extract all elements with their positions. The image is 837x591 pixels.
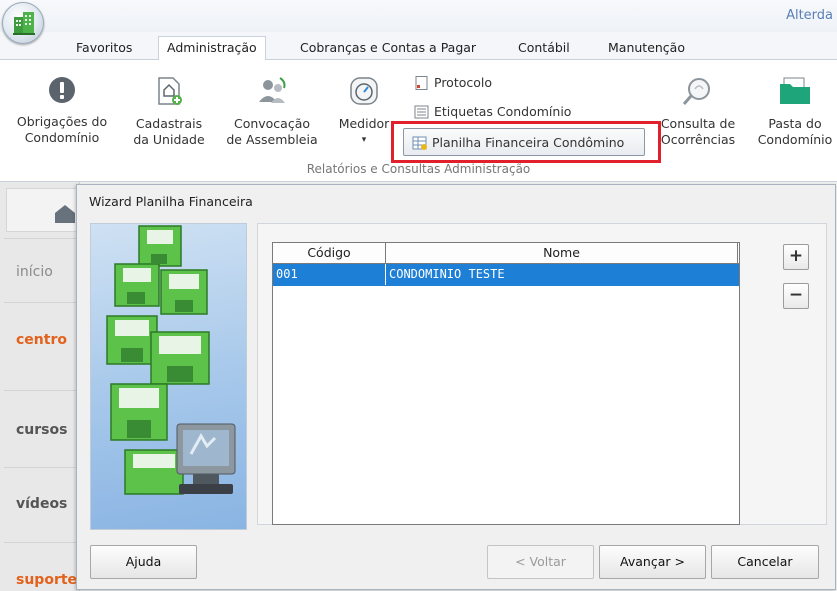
medidor-label: Medidor (338, 116, 390, 131)
convocacao-label-2: de Assembleia (226, 132, 318, 147)
table-row[interactable]: 001 CONDOMINIO TESTE (273, 264, 739, 286)
planilha-financeira-label: Planilha Financeira Condômino (432, 135, 625, 150)
search-icon (682, 78, 710, 105)
consulta-label-1: Consulta de (660, 116, 736, 131)
ribbon-tabs: Favoritos Administração Cobranças e Cont… (0, 32, 837, 61)
ribbon-group-label: Relatórios e Consultas Administração (306, 162, 531, 176)
consulta-label-2: Ocorrências (660, 132, 736, 147)
title-bar: Alterda (0, 0, 837, 32)
home-icon (55, 205, 75, 223)
nav-videos[interactable]: vídeos (16, 496, 67, 512)
tab-administracao[interactable]: Administração (158, 36, 266, 61)
planilha-financeira-button[interactable]: Planilha Financeira Condômino (410, 133, 624, 153)
nav-inicio[interactable]: início (16, 264, 53, 280)
nav-centro[interactable]: centro (16, 332, 67, 348)
help-button[interactable]: Ajuda (90, 545, 197, 579)
tab-manutencao[interactable]: Manutenção (608, 37, 685, 60)
back-button[interactable]: < Voltar (487, 545, 594, 579)
back-label: < Voltar (515, 554, 566, 569)
pasta-label-1: Pasta do (768, 116, 822, 131)
cancel-label: Cancelar (737, 554, 793, 569)
medidor-button[interactable]: Medidor ▾ (332, 76, 396, 148)
protocolo-button[interactable]: Protocolo (412, 73, 492, 93)
condominio-grid[interactable]: Código Nome 001 CONDOMINIO TESTE (272, 242, 740, 525)
people-call-icon (259, 77, 286, 103)
convocacao-label-1: Convocação (233, 116, 311, 131)
medidor-dropdown-arrow: ▾ (361, 135, 367, 145)
remove-button[interactable]: − (783, 283, 809, 309)
tab-favoritos[interactable]: Favoritos (76, 37, 132, 60)
cadastrais-label-2: da Unidade (133, 132, 205, 147)
house-document-icon (158, 77, 182, 105)
wizard-dialog: Wizard Planilha Financeira Código Nome 0… (76, 184, 836, 590)
cancel-button[interactable]: Cancelar (711, 545, 819, 579)
cell-codigo: 001 (273, 264, 386, 285)
folder-icon (780, 77, 810, 104)
tab-contabil[interactable]: Contábil (518, 37, 570, 60)
etiquetas-button[interactable]: Etiquetas Condomínio (412, 102, 571, 122)
home-tab[interactable] (6, 188, 80, 232)
next-button[interactable]: Avançar > (599, 545, 706, 579)
exclamation-icon (49, 77, 75, 103)
left-nav-panel: início centro cursos vídeos suporte (0, 182, 80, 591)
app-title: Alterda (786, 8, 833, 23)
nav-separator (4, 238, 80, 239)
cadastrais-button[interactable]: Cadastrais da Unidade (124, 76, 214, 148)
column-header-nome[interactable]: Nome (386, 243, 738, 263)
buildings-icon (13, 12, 35, 35)
nav-separator (4, 302, 80, 303)
obrigacoes-label-2: Condomínio (24, 130, 100, 145)
consulta-ocorrencias-button[interactable]: Consulta de Ocorrências (656, 76, 740, 148)
gauge-icon (350, 77, 378, 105)
etiquetas-label: Etiquetas Condomínio (434, 104, 572, 119)
nav-separator (4, 467, 80, 468)
grid-header: Código Nome (273, 243, 739, 264)
obrigacoes-button[interactable]: Obrigações do Condomínio (8, 76, 116, 146)
labels-icon (414, 105, 429, 119)
obrigacoes-label-1: Obrigações do (16, 114, 108, 129)
wizard-illustration (90, 223, 247, 530)
tab-cobrancas[interactable]: Cobranças e Contas a Pagar (300, 37, 476, 60)
wizard-title: Wizard Planilha Financeira (89, 194, 253, 209)
column-header-codigo[interactable]: Código (273, 243, 386, 263)
application-menu-button[interactable] (2, 2, 44, 44)
protocolo-label: Protocolo (434, 75, 493, 90)
floppy-disks-computer-icon (106, 225, 236, 495)
cell-nome: CONDOMINIO TESTE (389, 267, 505, 281)
nav-suporte[interactable]: suporte (16, 572, 77, 588)
spreadsheet-icon (412, 136, 427, 150)
nav-cursos[interactable]: cursos (16, 422, 67, 438)
convocacao-button[interactable]: Convocação de Assembleia (220, 76, 324, 148)
nav-separator (4, 390, 80, 391)
protocol-document-icon (415, 76, 428, 90)
help-label: Ajuda (125, 554, 162, 569)
add-button[interactable]: + (783, 244, 809, 270)
nav-separator (4, 542, 80, 543)
cadastrais-label-1: Cadastrais (135, 116, 203, 131)
pasta-condominio-button[interactable]: Pasta do Condomínio (750, 76, 837, 148)
pasta-label-2: Condomínio (757, 132, 833, 147)
next-label: Avançar > (620, 554, 685, 569)
